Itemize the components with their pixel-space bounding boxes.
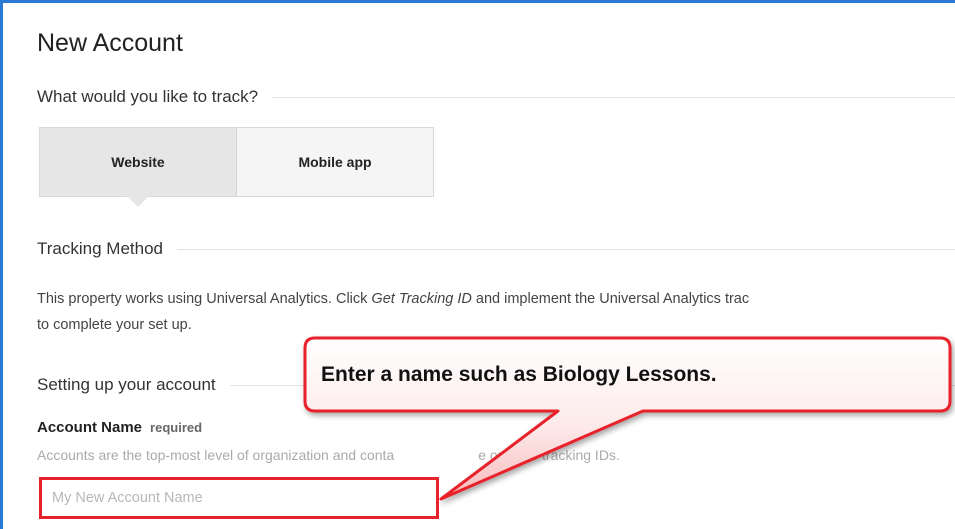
description-text-cont: and implement the Universal Analytics tr…: [471, 291, 750, 307]
account-name-label: Account Name required: [37, 419, 202, 436]
required-tag: required: [150, 420, 203, 435]
tracking-method-section-header: Tracking Method: [37, 239, 955, 259]
section-divider: [176, 248, 955, 250]
description-text-line2: to complete your set up.: [37, 317, 192, 333]
callout-text: Enter a name such as Biology Lessons.: [321, 363, 717, 386]
section-divider: [272, 96, 955, 98]
tracking-method-heading: Tracking Method: [37, 239, 163, 258]
mobile-app-option-button[interactable]: Mobile app: [237, 128, 433, 196]
setup-heading: Setting up your account: [37, 375, 216, 394]
tracking-method-description: This property works using Universal Anal…: [37, 286, 955, 338]
description-text: This property works using Universal Anal…: [37, 291, 372, 307]
account-name-input[interactable]: [39, 477, 439, 519]
account-name-label-text: Account Name: [37, 419, 143, 436]
account-name-help: Accounts are the top-most level of organ…: [37, 447, 620, 463]
account-help-text-end: e or more tracking IDs.: [478, 447, 620, 463]
track-heading: What would you like to track?: [37, 87, 259, 106]
track-section-header: What would you like to track?: [37, 87, 955, 107]
track-type-toggle: Website Mobile app: [39, 127, 434, 207]
get-tracking-id-emphasis: Get Tracking ID: [371, 291, 472, 307]
page-title: New Account: [37, 29, 183, 57]
account-help-text: Accounts are the top-most level of organ…: [37, 447, 395, 463]
new-account-panel: New Account What would you like to track…: [0, 0, 955, 529]
website-option-button[interactable]: Website: [40, 128, 237, 207]
